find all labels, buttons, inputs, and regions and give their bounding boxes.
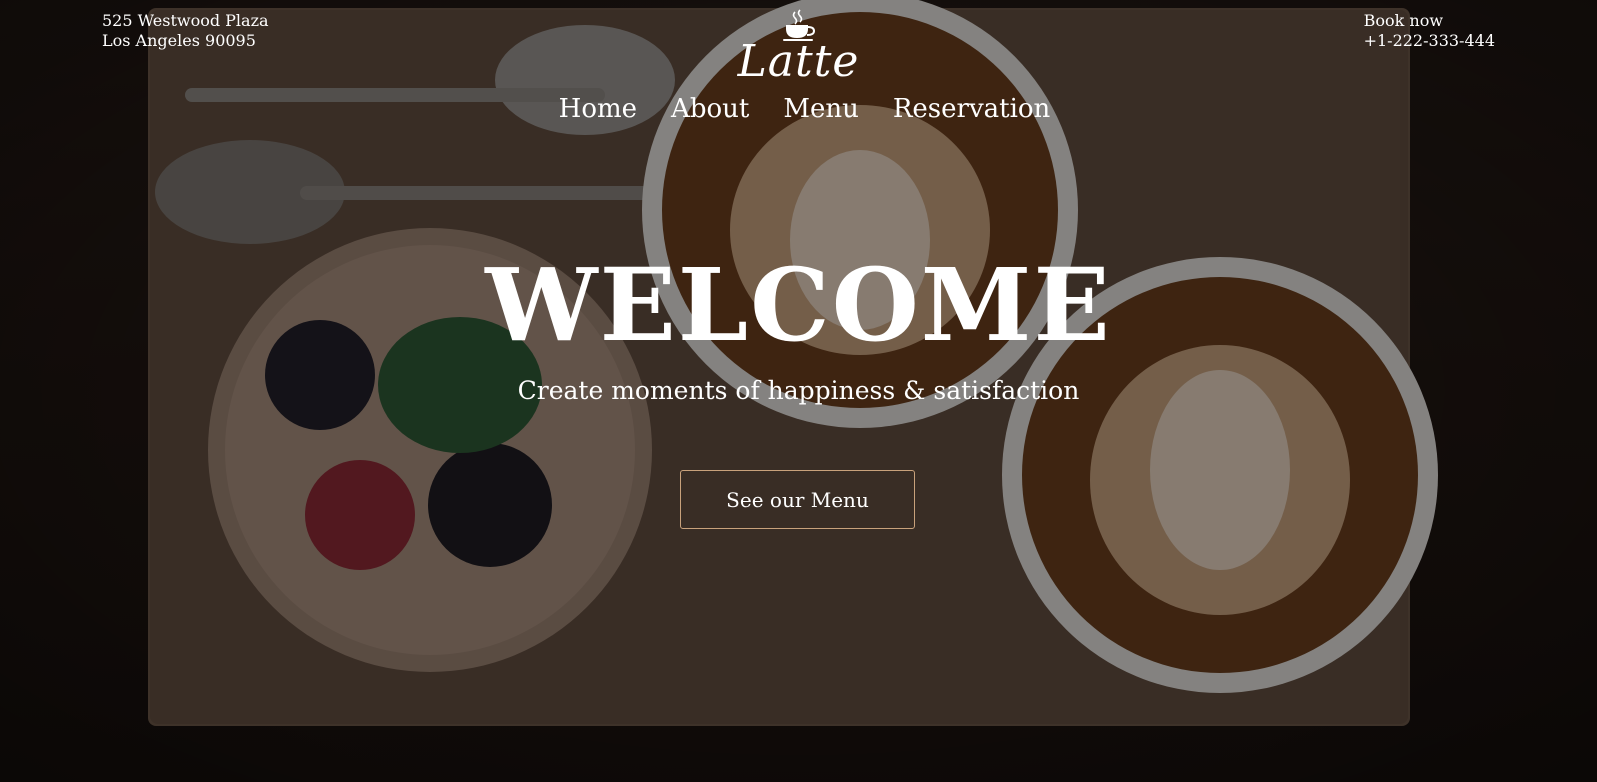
see-menu-button[interactable]: See our Menu — [680, 470, 915, 529]
hero-section: 525 Westwood Plaza Los Angeles 90095 Boo… — [0, 0, 1597, 782]
nav-item-home[interactable]: Home — [559, 92, 637, 126]
hero-tagline: Create moments of happiness & satisfacti… — [517, 376, 1080, 405]
brand-logo[interactable]: Latte — [0, 8, 1597, 87]
nav-item-reservation[interactable]: Reservation — [893, 92, 1050, 126]
hero-title: WELCOME — [485, 246, 1112, 364]
main-nav: Home About Menu Reservation — [0, 92, 1597, 126]
nav-item-about[interactable]: About — [671, 92, 749, 126]
see-menu-button-label: See our Menu — [726, 487, 869, 512]
brand-name: Latte — [737, 36, 860, 87]
nav-item-menu[interactable]: Menu — [783, 92, 859, 126]
